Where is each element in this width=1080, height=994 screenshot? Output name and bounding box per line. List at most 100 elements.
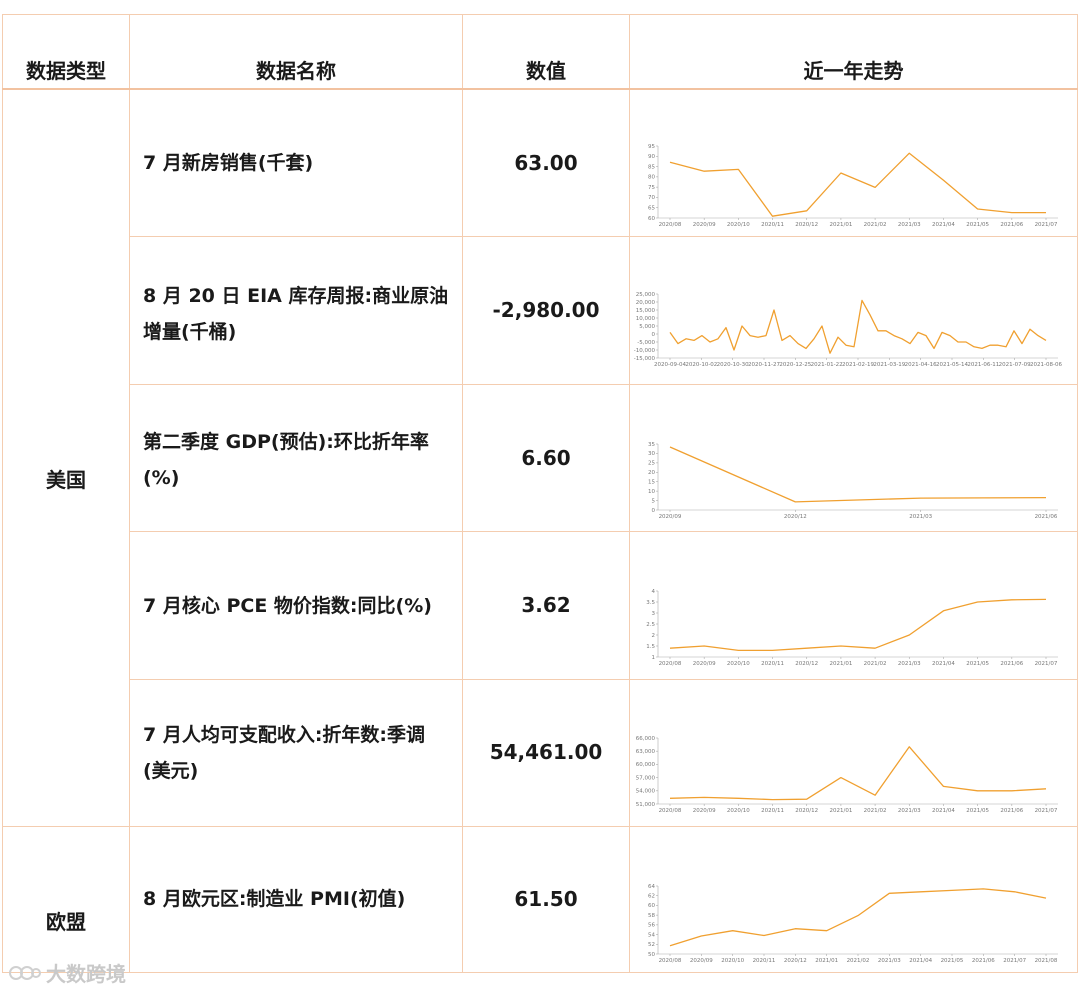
x-tick-label: 2021/07 — [1035, 222, 1058, 228]
x-tick-label: 2021/01 — [815, 958, 838, 964]
y-tick-label: 1 — [652, 655, 656, 661]
x-tick-label: 2020/11 — [761, 661, 784, 667]
x-tick-label: 2021/03 — [909, 514, 932, 520]
y-tick-label: 57,000 — [636, 775, 656, 781]
x-tick-label: 2020-11-27 — [748, 362, 780, 368]
x-tick-label: 2020-09-04 — [654, 362, 686, 368]
row-value: 3.62 — [521, 593, 571, 617]
y-tick-label: 35 — [648, 442, 655, 448]
row-name: 8 月 20 日 EIA 库存周报:商业原油 — [143, 285, 449, 307]
series-line — [669, 598, 1047, 652]
y-tick-label: 2 — [652, 633, 656, 639]
x-tick-label: 2020/10 — [727, 808, 750, 814]
row-divider — [129, 679, 1078, 680]
x-tick-label: 2020/09 — [690, 958, 713, 964]
x-tick-label: 2021/06 — [1000, 808, 1023, 814]
y-tick-label: 10 — [648, 489, 655, 495]
row-name-cont: (%) — [143, 467, 180, 489]
x-tick-label: 2021/03 — [898, 661, 921, 667]
row-value: 63.00 — [514, 151, 578, 175]
x-tick-label: 2021/03 — [898, 808, 921, 814]
x-tick-label: 2021/05 — [966, 661, 989, 667]
table-border-top — [2, 14, 1078, 15]
x-tick-label: 2021/05 — [941, 958, 964, 964]
y-tick-label: 2.5 — [646, 622, 655, 628]
row-divider — [129, 236, 1078, 237]
trend-chart: -15,000 -10,000 -5,000 0 5,000 10,000 15,000 20… — [634, 288, 1066, 370]
x-tick-label: 2021/03 — [878, 958, 901, 964]
y-tick-label: 70 — [648, 195, 655, 201]
x-tick-label: 2021/08 — [1035, 958, 1058, 964]
y-tick-label: 25 — [648, 461, 655, 467]
y-tick-label: 3 — [652, 611, 656, 617]
series-line — [669, 888, 1047, 947]
trend-chart: 50 52 54 56 58 60 62 64 2020/08 2020/09 2020/10 202… — [646, 880, 1066, 966]
x-tick-label: 2020/11 — [761, 222, 784, 228]
row-name: 第二季度 GDP(预估):环比折年率 — [143, 431, 429, 453]
header-name: 数据名称 — [256, 59, 336, 83]
x-tick-label: 2020-10-02 — [685, 362, 717, 368]
x-tick-label: 2020/08 — [659, 222, 682, 228]
y-tick-label: 75 — [648, 185, 655, 191]
y-tick-label: 90 — [648, 154, 655, 160]
chart-svg: 1 1.5 2 2.5 3 3.5 4 2020/08 2020/09 2020/10 2020/1… — [646, 589, 1058, 667]
y-tick-label: -15,000 — [634, 356, 656, 362]
row-name: 7 月新房销售(千套) — [143, 152, 314, 174]
x-tick-label: 2020/08 — [659, 661, 682, 667]
header-divider — [2, 88, 1078, 90]
data-table: 数据类型 数据名称 数值 近一年走势 美国 欧盟 7 月新房销售(千套) 63.… — [0, 0, 1080, 994]
trend-chart: 1 1.5 2 2.5 3 3.5 4 2020/08 2020/09 2020/10 2020/1… — [646, 585, 1066, 669]
row-value: -2,980.00 — [492, 298, 600, 322]
x-tick-label: 2021-06-11 — [967, 362, 999, 368]
row-name: 7 月人均可支配收入:折年数:季调 — [143, 724, 426, 746]
y-tick-label: 58 — [648, 913, 655, 919]
y-tick-label: 62 — [648, 894, 655, 900]
x-tick-label: 2021/02 — [864, 222, 887, 228]
y-tick-label: 65 — [648, 206, 655, 212]
group-label-us: 美国 — [46, 468, 86, 492]
y-tick-label: 15 — [648, 480, 655, 486]
row-name-cont: 增量(千桶) — [143, 321, 237, 343]
x-tick-label: 2020/10 — [727, 222, 750, 228]
watermark-logo-icon — [9, 966, 41, 980]
x-tick-label: 2021/04 — [932, 661, 955, 667]
header-value: 数值 — [526, 59, 566, 83]
y-tick-label: 66,000 — [636, 736, 656, 742]
series-line — [669, 299, 1047, 354]
row-value: 54,461.00 — [489, 740, 603, 764]
x-tick-label: 2021/06 — [1000, 222, 1023, 228]
y-tick-label: 30 — [648, 451, 655, 457]
series-line — [669, 446, 1047, 503]
x-tick-label: 2021/01 — [829, 661, 852, 667]
y-tick-label: 54,000 — [636, 789, 656, 795]
row-value: 61.50 — [514, 887, 578, 911]
row-name: 8 月欧元区:制造业 PMI(初值) — [143, 888, 406, 910]
column-divider — [129, 14, 130, 972]
row-divider — [129, 384, 1078, 385]
row-name-cont: (美元) — [143, 760, 199, 782]
y-tick-label: 0 — [652, 332, 656, 338]
y-tick-label: 80 — [648, 175, 655, 181]
y-tick-label: 10,000 — [636, 316, 656, 322]
x-tick-label: 2020/12 — [795, 661, 818, 667]
x-tick-label: 2020/11 — [753, 958, 776, 964]
y-tick-label: 64 — [648, 884, 655, 890]
series-line — [669, 746, 1047, 801]
y-tick-label: 4 — [652, 589, 656, 595]
y-tick-label: 54 — [648, 932, 655, 938]
chart-svg: 51,000 54,000 57,000 60,000 63,000 66,000 2020… — [636, 736, 1058, 814]
y-tick-label: 5,000 — [639, 324, 655, 330]
y-tick-label: -10,000 — [634, 348, 656, 354]
x-tick-label: 2021/01 — [829, 222, 852, 228]
table-border-right — [1077, 14, 1078, 972]
trend-chart: 51,000 54,000 57,000 60,000 63,000 66,000 2020… — [636, 732, 1066, 816]
x-tick-label: 2020/08 — [659, 958, 682, 964]
y-tick-label: 20,000 — [636, 300, 656, 306]
x-tick-label: 2021/06 — [1000, 661, 1023, 667]
y-tick-label: 52 — [648, 942, 655, 948]
x-tick-label: 2021-02-19 — [842, 362, 874, 368]
x-tick-label: 2021-03-19 — [873, 362, 905, 368]
x-tick-label: 2020/12 — [795, 808, 818, 814]
x-tick-label: 2020/09 — [693, 222, 716, 228]
x-tick-label: 2020/12 — [784, 514, 807, 520]
